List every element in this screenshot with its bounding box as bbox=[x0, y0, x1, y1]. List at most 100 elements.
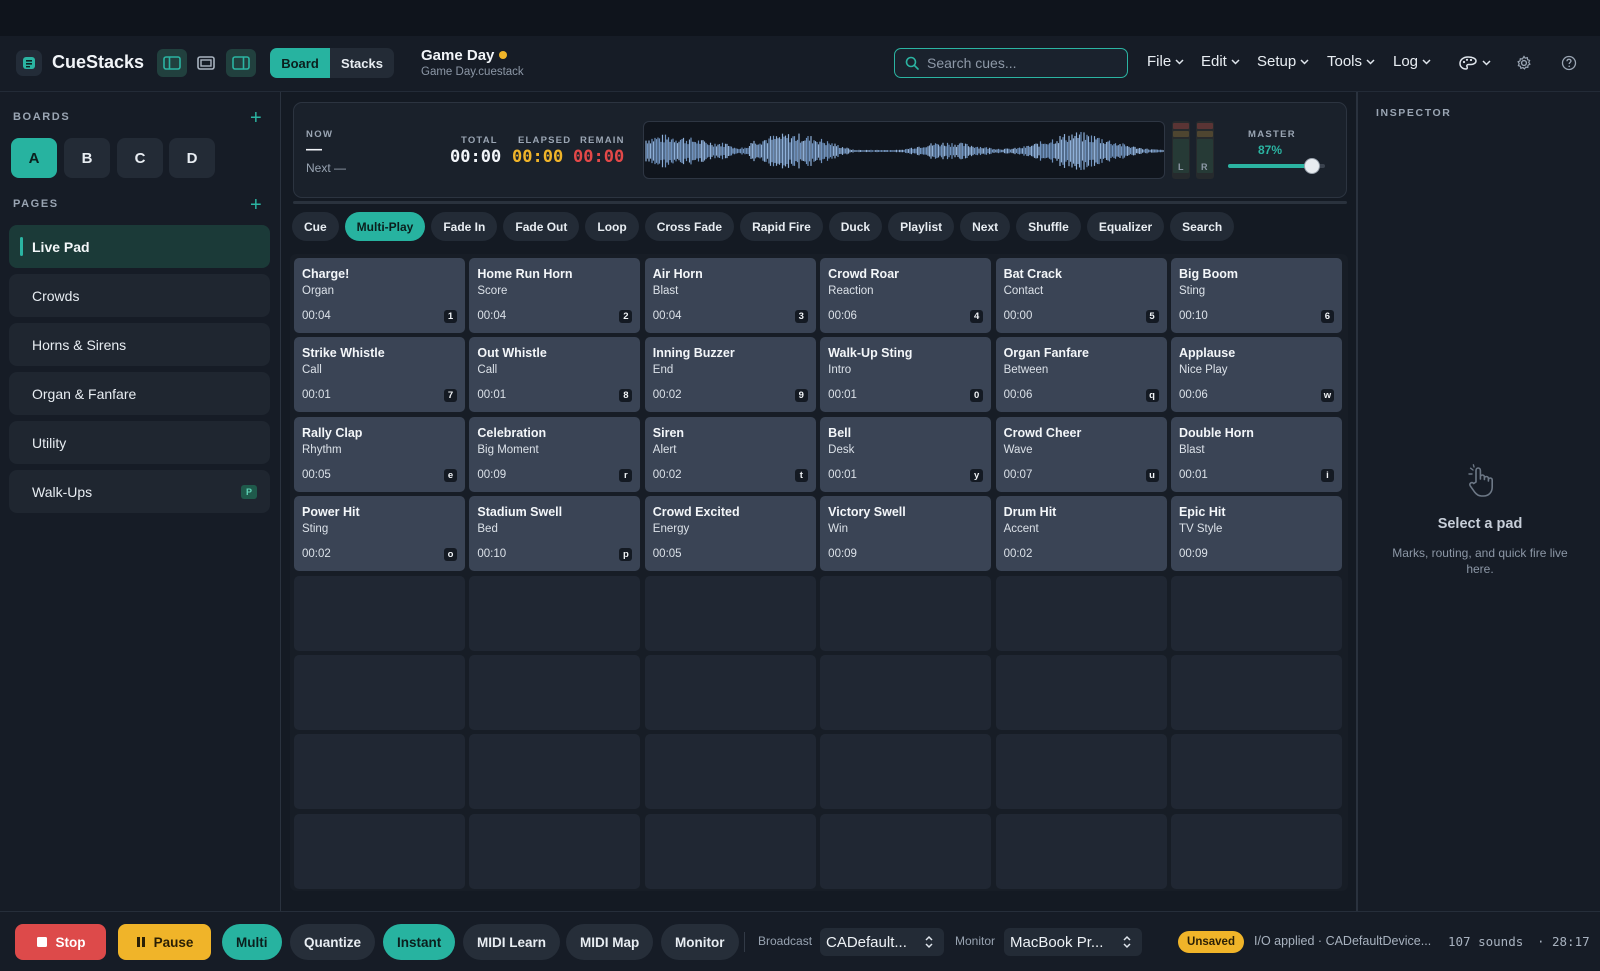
master-slider-thumb[interactable] bbox=[1304, 158, 1321, 174]
empty-pad[interactable] bbox=[469, 734, 641, 810]
menu-tools[interactable]: Tools bbox=[1327, 53, 1375, 70]
empty-pad[interactable] bbox=[820, 734, 992, 810]
pad[interactable]: Strike Whistle Call 00:01 7 bbox=[294, 337, 465, 413]
sidebar-item-organ-fanfare[interactable]: Organ & Fanfare bbox=[9, 372, 270, 415]
waveform-display[interactable] bbox=[643, 121, 1165, 179]
broadcast-device-select[interactable]: CADefault... bbox=[820, 928, 944, 956]
toggle-sidebar-icon[interactable] bbox=[157, 49, 187, 77]
pad[interactable]: Crowd Roar Reaction 00:06 4 bbox=[820, 258, 992, 333]
pad[interactable]: Crowd Cheer Wave 00:07 u bbox=[995, 416, 1167, 492]
empty-pad[interactable] bbox=[469, 575, 641, 651]
pad[interactable]: Drum Hit Accent 00:02 bbox=[995, 496, 1167, 572]
toggle-main-view-icon[interactable] bbox=[191, 49, 221, 77]
gear-icon[interactable] bbox=[1514, 53, 1534, 73]
midi-learn-button[interactable]: MIDI Learn bbox=[463, 924, 561, 960]
add-page-icon[interactable]: + bbox=[250, 195, 262, 215]
board-b-button[interactable]: B bbox=[64, 138, 110, 178]
menu-file[interactable]: File bbox=[1147, 53, 1184, 70]
sidebar-item-walk-ups[interactable]: Walk-Ups P bbox=[9, 470, 270, 513]
empty-pad[interactable] bbox=[820, 813, 992, 889]
mode-cross-fade[interactable]: Cross Fade bbox=[644, 212, 735, 241]
mode-duck[interactable]: Duck bbox=[828, 212, 883, 241]
pad[interactable]: Epic Hit TV Style 00:09 bbox=[1170, 496, 1342, 572]
empty-pad[interactable] bbox=[995, 654, 1167, 730]
pad[interactable]: Siren Alert 00:02 t bbox=[644, 416, 816, 492]
toggle-inspector-icon[interactable] bbox=[226, 49, 256, 77]
empty-pad[interactable] bbox=[294, 734, 465, 810]
mode-loop[interactable]: Loop bbox=[585, 212, 639, 241]
pad[interactable]: Rally Clap Rhythm 00:05 e bbox=[294, 416, 465, 492]
help-icon[interactable] bbox=[1559, 53, 1579, 73]
menu-log[interactable]: Log bbox=[1393, 53, 1431, 70]
pause-button[interactable]: Pause bbox=[118, 924, 211, 960]
stop-button[interactable]: Stop bbox=[15, 924, 106, 960]
mode-rapid-fire[interactable]: Rapid Fire bbox=[740, 212, 823, 241]
mode-next[interactable]: Next bbox=[960, 212, 1011, 241]
empty-pad[interactable] bbox=[820, 654, 992, 730]
pad[interactable]: Organ Fanfare Between 00:06 q bbox=[995, 337, 1167, 413]
mode-search[interactable]: Search bbox=[1170, 212, 1235, 241]
board-d-button[interactable]: D bbox=[169, 138, 215, 178]
empty-pad[interactable] bbox=[995, 734, 1167, 810]
empty-pad[interactable] bbox=[294, 654, 465, 730]
multi-toggle[interactable]: Multi bbox=[222, 924, 282, 960]
tab-board[interactable]: Board bbox=[270, 48, 330, 78]
empty-pad[interactable] bbox=[1170, 575, 1342, 651]
mode-multi-play[interactable]: Multi-Play bbox=[344, 212, 426, 241]
sidebar-item-horns-sirens[interactable]: Horns & Sirens bbox=[9, 323, 270, 366]
pad[interactable]: Double Horn Blast 00:01 i bbox=[1170, 416, 1342, 492]
empty-pad[interactable] bbox=[644, 575, 816, 651]
pad[interactable]: Inning Buzzer End 00:02 9 bbox=[644, 337, 816, 413]
pad[interactable]: Celebration Big Moment 00:09 r bbox=[469, 416, 641, 492]
pad[interactable]: Home Run Horn Score 00:04 2 bbox=[469, 258, 641, 333]
pad[interactable]: Bell Desk 00:01 y bbox=[820, 416, 992, 492]
menu-setup[interactable]: Setup bbox=[1257, 53, 1309, 70]
pad[interactable]: Air Horn Blast 00:04 3 bbox=[644, 258, 816, 333]
empty-pad[interactable] bbox=[644, 734, 816, 810]
pad[interactable]: Power Hit Sting 00:02 o bbox=[294, 496, 465, 572]
monitor-toggle[interactable]: Monitor bbox=[661, 924, 739, 960]
empty-pad[interactable] bbox=[469, 654, 641, 730]
tab-stacks[interactable]: Stacks bbox=[330, 48, 394, 78]
empty-pad[interactable] bbox=[294, 813, 465, 889]
pad[interactable]: Walk-Up Sting Intro 00:01 0 bbox=[820, 337, 992, 413]
empty-pad[interactable] bbox=[820, 575, 992, 651]
quantize-toggle[interactable]: Quantize bbox=[290, 924, 376, 960]
pad[interactable]: Bat Crack Contact 00:00 5 bbox=[995, 258, 1167, 333]
board-a-button[interactable]: A bbox=[11, 138, 57, 178]
add-board-icon[interactable]: + bbox=[250, 108, 262, 128]
theme-palette-icon[interactable] bbox=[1456, 53, 1496, 73]
mode-cue[interactable]: Cue bbox=[292, 212, 339, 241]
empty-pad[interactable] bbox=[644, 813, 816, 889]
pad[interactable]: Stadium Swell Bed 00:10 p bbox=[469, 496, 641, 572]
empty-pad[interactable] bbox=[469, 813, 641, 889]
search-input[interactable] bbox=[927, 55, 1117, 71]
sidebar-item-crowds[interactable]: Crowds bbox=[9, 274, 270, 317]
pad[interactable]: Crowd Excited Energy 00:05 bbox=[644, 496, 816, 572]
empty-pad[interactable] bbox=[995, 813, 1167, 889]
mode-shuffle[interactable]: Shuffle bbox=[1016, 212, 1081, 241]
empty-pad[interactable] bbox=[1170, 654, 1342, 730]
menu-edit[interactable]: Edit bbox=[1201, 53, 1240, 70]
pad[interactable]: Victory Swell Win 00:09 bbox=[820, 496, 992, 572]
sidebar-item-utility[interactable]: Utility bbox=[9, 421, 270, 464]
sidebar-item-live-pad[interactable]: Live Pad bbox=[9, 225, 270, 268]
master-slider[interactable] bbox=[1228, 158, 1325, 174]
empty-pad[interactable] bbox=[995, 575, 1167, 651]
mode-fade-out[interactable]: Fade Out bbox=[503, 212, 580, 241]
empty-pad[interactable] bbox=[644, 654, 816, 730]
empty-pad[interactable] bbox=[1170, 813, 1342, 889]
board-c-button[interactable]: C bbox=[117, 138, 163, 178]
pad[interactable]: Big Boom Sting 00:10 6 bbox=[1170, 258, 1342, 333]
pad[interactable]: Applause Nice Play 00:06 w bbox=[1170, 337, 1342, 413]
empty-pad[interactable] bbox=[1170, 734, 1342, 810]
mode-playlist[interactable]: Playlist bbox=[888, 212, 955, 241]
mode-fade-in[interactable]: Fade In bbox=[431, 212, 498, 241]
mode-equalizer[interactable]: Equalizer bbox=[1086, 212, 1165, 241]
pad[interactable]: Charge! Organ 00:04 1 bbox=[294, 258, 465, 333]
empty-pad[interactable] bbox=[294, 575, 465, 651]
midi-map-button[interactable]: MIDI Map bbox=[566, 924, 654, 960]
monitor-device-select[interactable]: MacBook Pr... bbox=[1004, 928, 1142, 956]
instant-toggle[interactable]: Instant bbox=[383, 924, 456, 960]
pad[interactable]: Out Whistle Call 00:01 8 bbox=[469, 337, 641, 413]
